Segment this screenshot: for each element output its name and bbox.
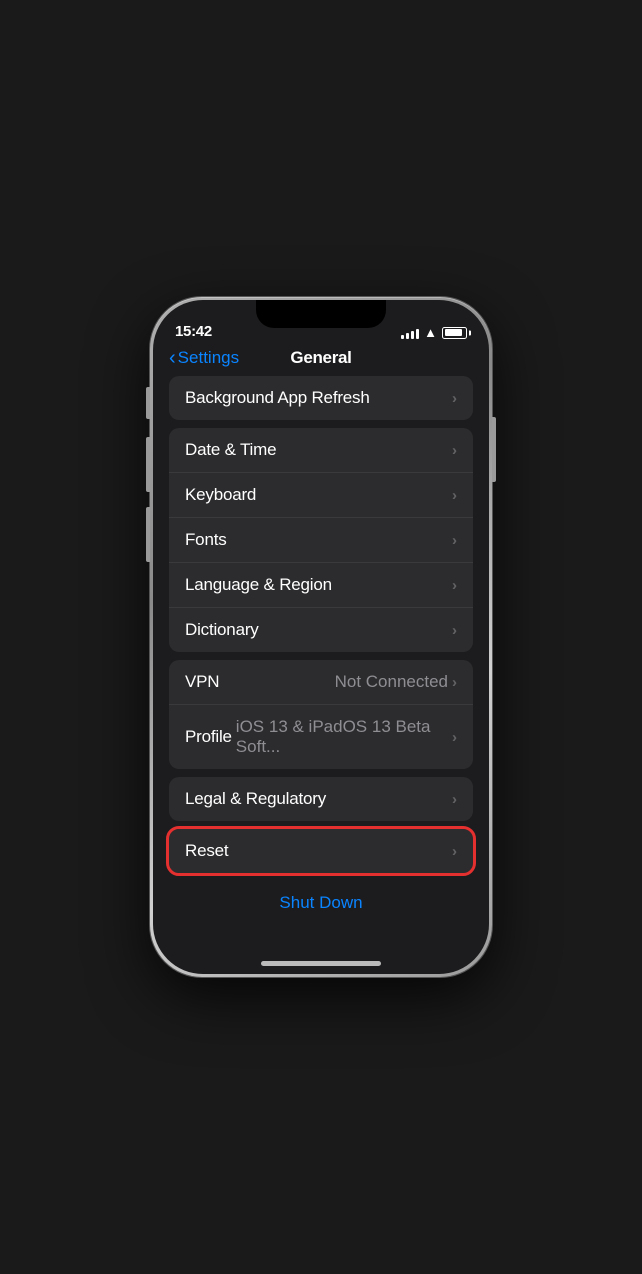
value-vpn: Not Connected <box>335 672 448 692</box>
row-background-app-refresh[interactable]: Background App Refresh › <box>169 376 473 420</box>
back-label: Settings <box>178 348 239 368</box>
value-profile: iOS 13 & iPadOS 13 Beta Soft... <box>236 717 452 757</box>
row-legal-regulatory[interactable]: Legal & Regulatory › <box>169 777 473 821</box>
reset-section-wrapper: Reset › <box>169 829 473 873</box>
label-dictionary: Dictionary <box>185 620 259 640</box>
row-reset[interactable]: Reset › <box>169 829 473 873</box>
chevron-language-region: › <box>452 577 457 594</box>
phone-frame: 15:42 ▲ ‹ Settings <box>150 297 492 977</box>
mute-button[interactable] <box>146 387 150 419</box>
status-time: 15:42 <box>175 323 212 340</box>
chevron-reset: › <box>452 843 457 860</box>
section-legal: Legal & Regulatory › <box>169 777 473 821</box>
label-legal-regulatory: Legal & Regulatory <box>185 789 326 809</box>
label-fonts: Fonts <box>185 530 227 550</box>
row-keyboard[interactable]: Keyboard › <box>169 473 473 518</box>
phone-screen: 15:42 ▲ ‹ Settings <box>153 300 489 974</box>
signal-icon <box>401 327 419 339</box>
section-vpn-profile: VPN Not Connected › Profile iOS 13 & iPa… <box>169 660 473 769</box>
chevron-keyboard: › <box>452 487 457 504</box>
row-language-region[interactable]: Language & Region › <box>169 563 473 608</box>
page-title: General <box>290 348 351 368</box>
label-background-app-refresh: Background App Refresh <box>185 388 370 408</box>
chevron-date-time: › <box>452 442 457 459</box>
power-button[interactable] <box>492 417 496 482</box>
volume-up-button[interactable] <box>146 437 150 492</box>
row-dictionary[interactable]: Dictionary › <box>169 608 473 652</box>
back-button[interactable]: ‹ Settings <box>169 348 239 368</box>
notch <box>256 300 386 328</box>
screen-content: ‹ Settings General Background App Refres… <box>153 344 489 974</box>
label-profile: Profile <box>185 727 232 747</box>
chevron-profile: › <box>452 729 457 746</box>
scroll-content[interactable]: Background App Refresh › Date & Time <box>153 376 489 974</box>
status-icons: ▲ <box>401 325 467 340</box>
label-date-time: Date & Time <box>185 440 276 460</box>
label-reset: Reset <box>185 841 228 861</box>
section-reset: Reset › <box>169 829 473 873</box>
label-language-region: Language & Region <box>185 575 332 595</box>
home-indicator[interactable] <box>261 961 381 966</box>
chevron-vpn: › <box>452 674 457 691</box>
nav-bar: ‹ Settings General <box>153 344 489 376</box>
section-datetime-group: Date & Time › Keyboard › <box>169 428 473 652</box>
label-shutdown: Shut Down <box>279 893 362 913</box>
row-vpn[interactable]: VPN Not Connected › <box>169 660 473 705</box>
row-profile[interactable]: Profile iOS 13 & iPadOS 13 Beta Soft... … <box>169 705 473 769</box>
chevron-legal-regulatory: › <box>452 791 457 808</box>
chevron-dictionary: › <box>452 622 457 639</box>
volume-down-button[interactable] <box>146 507 150 562</box>
chevron-fonts: › <box>452 532 457 549</box>
row-date-time[interactable]: Date & Time › <box>169 428 473 473</box>
wifi-icon: ▲ <box>424 325 437 340</box>
label-vpn: VPN <box>185 672 219 692</box>
chevron-background-app-refresh: › <box>452 390 457 407</box>
row-shutdown[interactable]: Shut Down <box>169 881 473 925</box>
battery-icon <box>442 327 467 339</box>
section-background-app-refresh: Background App Refresh › <box>169 376 473 420</box>
label-keyboard: Keyboard <box>185 485 256 505</box>
back-chevron-icon: ‹ <box>169 348 176 368</box>
row-fonts[interactable]: Fonts › <box>169 518 473 563</box>
